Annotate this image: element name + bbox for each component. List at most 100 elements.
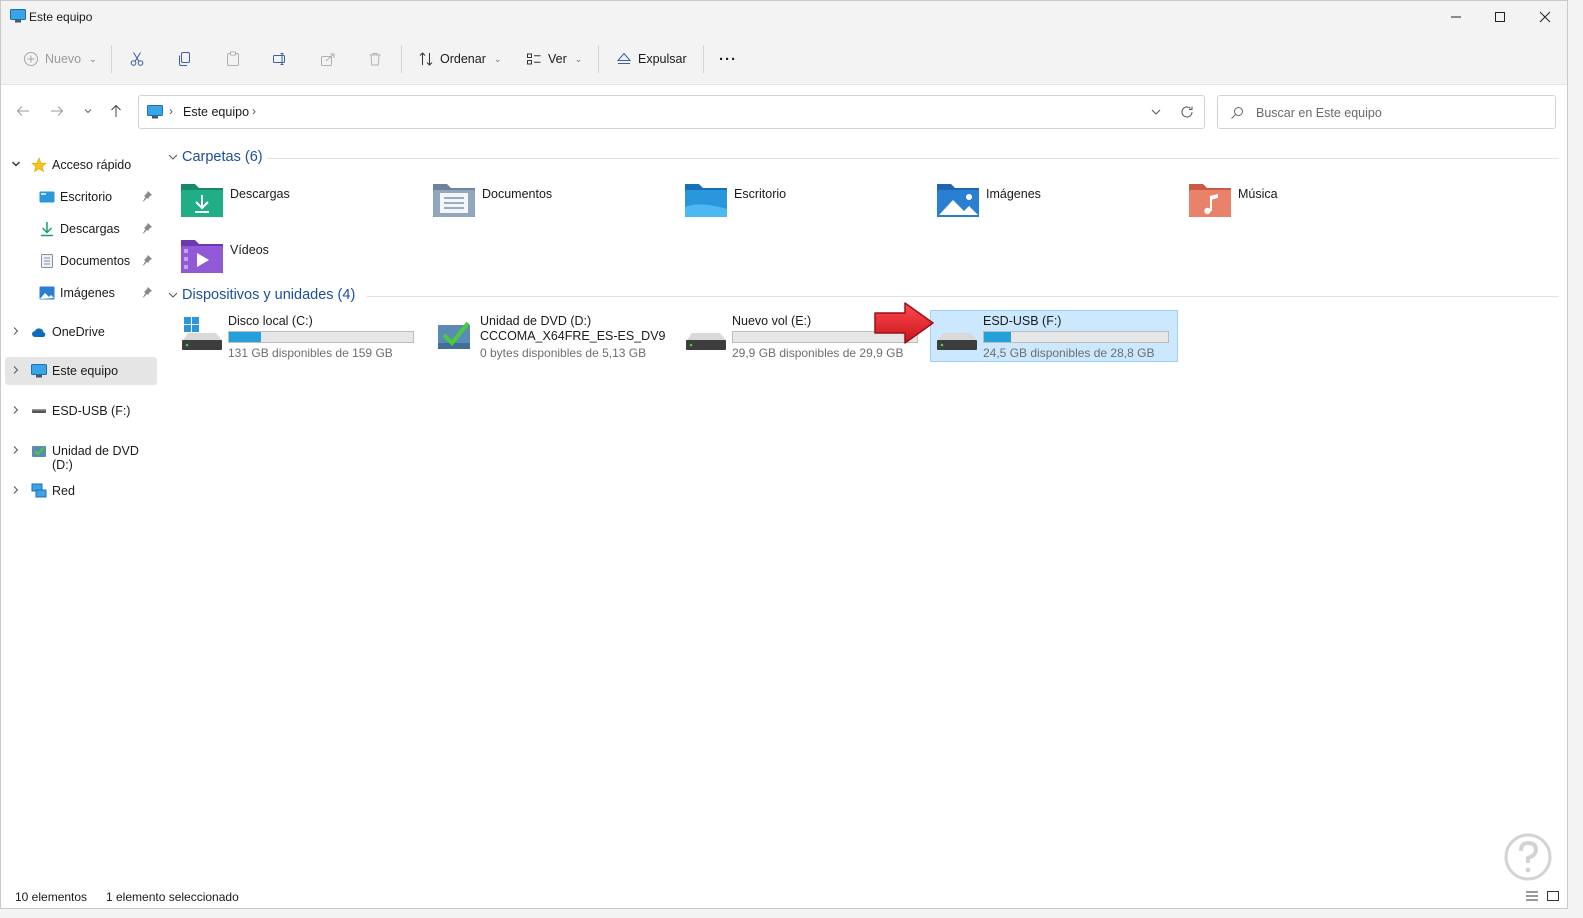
sidebar-item-this-pc[interactable]: Este equipo [5, 357, 157, 385]
sidebar-item-network[interactable]: Red [5, 477, 157, 505]
drive-c[interactable]: Disco local (C:) 131 GB disponibles de 1… [175, 310, 423, 362]
sidebar-item-label: Imágenes [60, 286, 115, 300]
view-button[interactable]: Ver ⌄ [526, 45, 582, 73]
drive-name: Disco local (C:) [228, 314, 313, 328]
search-box[interactable] [1217, 95, 1556, 129]
close-button[interactable] [1522, 1, 1567, 33]
sidebar-item-pictures[interactable]: Imágenes [5, 279, 157, 307]
share-button[interactable] [320, 45, 336, 73]
drive-d-dvd[interactable]: Unidad de DVD (D:) CCCOMA_X64FRE_ES-ES_D… [427, 310, 675, 362]
sort-icon [419, 52, 433, 66]
drive-free-space: 131 GB disponibles de 159 GB [228, 346, 393, 360]
arrow-up-icon [111, 104, 121, 117]
folder-documents[interactable]: Documentos [432, 179, 682, 227]
recent-locations-button[interactable] [80, 103, 96, 119]
search-input[interactable] [1256, 104, 1546, 122]
capacity-bar [228, 331, 414, 343]
share-icon [321, 53, 335, 66]
sidebar-item-onedrive[interactable]: OneDrive [5, 318, 157, 346]
sort-button[interactable]: Ordenar ⌄ [418, 45, 501, 73]
chevron-right-icon[interactable] [11, 326, 21, 336]
chevron-right-icon[interactable] [11, 485, 21, 495]
this-pc-icon [147, 105, 163, 119]
drive-name: Unidad de DVD (D:) [480, 314, 592, 328]
drive-volume-label: CCCOMA_X64FRE_ES-ES_DV9 [480, 329, 666, 343]
folder-name: Documentos [482, 187, 553, 201]
close-icon [1539, 11, 1551, 23]
new-button[interactable]: Nuevo ⌄ [23, 45, 97, 73]
toolbar-divider [703, 45, 704, 73]
pin-icon [143, 255, 152, 266]
rename-button[interactable] [272, 45, 288, 73]
sidebar-item-usb[interactable]: ESD-USB (F:) [5, 397, 157, 425]
chevron-right-icon[interactable] [11, 405, 21, 415]
chevron-down-icon: ⌄ [89, 53, 97, 64]
group-divider [267, 158, 1559, 159]
command-bar: Nuevo ⌄ Ordenar ⌄ Ver ⌄ Expulsar ··· [1, 33, 1567, 85]
group-header-folders[interactable]: Carpetas (6) [167, 149, 263, 165]
sidebar-item-label: ESD-USB (F:) [52, 404, 131, 418]
pictures-folder-icon [937, 184, 979, 217]
folder-name: Descargas [230, 187, 290, 201]
folder-videos[interactable]: Vídeos [180, 235, 430, 283]
forward-button[interactable] [49, 103, 65, 119]
arrow-right-icon [51, 106, 64, 116]
breadcrumb-separator[interactable]: › [252, 104, 256, 118]
paste-button[interactable] [225, 45, 241, 73]
group-header-devices[interactable]: Dispositivos y unidades (4) [167, 287, 355, 303]
back-button[interactable] [15, 103, 31, 119]
chevron-down-icon [168, 154, 178, 160]
folder-pictures[interactable]: Imágenes [936, 179, 1186, 227]
rename-icon [273, 53, 285, 65]
up-button[interactable] [108, 103, 124, 119]
eject-button[interactable]: Expulsar [616, 45, 687, 73]
breadcrumb-separator: › [169, 104, 173, 118]
chevron-down-icon[interactable] [1150, 106, 1162, 118]
sidebar-item-quick-access[interactable]: Acceso rápido [5, 151, 157, 179]
sidebar-item-dvd[interactable]: Unidad de DVD (D:) [5, 437, 157, 472]
sidebar-item-label: Escritorio [60, 190, 113, 204]
sidebar-item-label: Red [52, 484, 75, 498]
sidebar-item-desktop[interactable]: Escritorio [5, 183, 157, 211]
eject-icon [616, 52, 632, 64]
sort-label: Ordenar [440, 52, 486, 66]
breadcrumb-this-pc[interactable]: Este equipo [183, 105, 249, 119]
folder-downloads[interactable]: Descargas [180, 179, 430, 227]
chevron-right-icon[interactable] [11, 445, 21, 455]
view-label: Ver [548, 52, 567, 66]
delete-button[interactable] [367, 45, 383, 73]
folder-music[interactable]: Música [1188, 179, 1438, 227]
chevron-down-icon[interactable] [11, 159, 21, 169]
drive-free-space: 0 bytes disponibles de 5,13 GB [480, 346, 647, 360]
copy-button[interactable] [177, 45, 193, 73]
refresh-icon[interactable] [1180, 105, 1194, 119]
chevron-down-icon [84, 109, 92, 114]
this-pc-icon [10, 9, 26, 23]
folder-name: Vídeos [230, 243, 269, 257]
chevron-down-icon: ⌄ [574, 53, 583, 64]
cut-button[interactable] [129, 45, 145, 73]
drive-f-usb[interactable]: ESD-USB (F:) 24,5 GB disponibles de 28,8… [930, 310, 1178, 362]
new-label: Nuevo [45, 52, 82, 66]
sidebar-item-documents[interactable]: Documentos [5, 247, 157, 275]
watermark-logo [1497, 833, 1559, 903]
chevron-down-icon: ⌄ [493, 53, 502, 64]
group-title: Dispositivos y unidades (4) [182, 287, 356, 303]
search-icon [1231, 107, 1243, 119]
sidebar-item-downloads[interactable]: Descargas [5, 215, 157, 243]
maximize-button[interactable] [1477, 1, 1523, 33]
folder-name: Música [1238, 187, 1278, 201]
folder-desktop[interactable]: Escritorio [684, 179, 934, 227]
content-pane: Carpetas (6) Descargas Documentos Escrit… [163, 146, 1563, 876]
usb-drive-icon [32, 409, 46, 413]
chevron-right-icon[interactable] [11, 365, 21, 375]
minimize-button[interactable] [1433, 1, 1479, 33]
folder-name: Imágenes [986, 187, 1041, 201]
folder-name: Escritorio [734, 187, 787, 201]
selection-count: 1 elemento seleccionado [106, 890, 239, 904]
navigation-pane: Acceso rápido Escritorio Descargas Docum… [1, 146, 163, 876]
see-more-button[interactable]: ··· [719, 45, 737, 73]
pin-icon [143, 287, 152, 298]
address-bar[interactable]: › Este equipo › [138, 95, 1205, 129]
title-bar: Este equipo [1, 1, 1567, 33]
